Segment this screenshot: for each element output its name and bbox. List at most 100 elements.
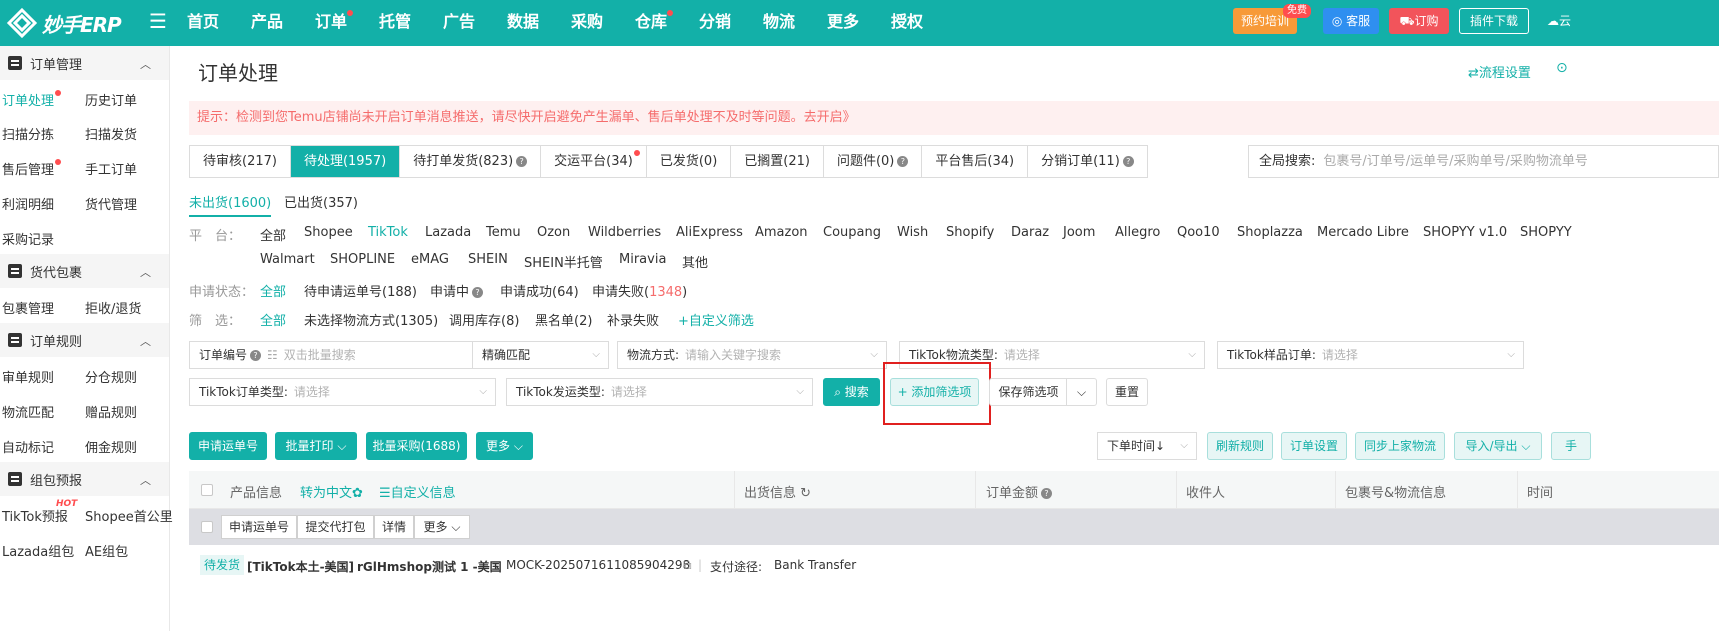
global-search-input[interactable]: 全局搜索: 包裹号/订单号/运单号/采购单号/采购物流单号 xyxy=(1248,145,1719,178)
platform-joom[interactable]: Joom xyxy=(1063,225,1095,240)
tab-pending-review[interactable]: 待审核(217) xyxy=(190,146,291,177)
nav-warehouse[interactable]: 仓库 xyxy=(635,10,674,32)
platform-amazon[interactable]: Amazon xyxy=(755,225,808,240)
platform-mercado-libre[interactable]: Mercado Libre xyxy=(1317,225,1409,240)
temu-alert[interactable]: 提示：检测到您Temu店铺尚未开启订单消息推送，请尽快开启避免产生漏单、售后单处… xyxy=(189,101,1719,135)
nav-orders[interactable]: 订单 xyxy=(315,10,354,32)
sidebar-group-order-management[interactable]: 订单管理 ︿ xyxy=(0,46,169,80)
platform-temu[interactable]: Temu xyxy=(486,225,521,240)
platform-lazada[interactable]: Lazada xyxy=(425,225,471,240)
sidebar-item-reject-return[interactable]: 拒收/退货 xyxy=(85,298,141,317)
nav-logistics[interactable]: 物流 xyxy=(763,12,795,32)
platform-shoplazza[interactable]: Shoplazza xyxy=(1237,225,1303,240)
sidebar-group-pack-forecast[interactable]: 组包预报 ︿ xyxy=(0,462,169,496)
tab-distribution-orders[interactable]: 分销订单(11)? xyxy=(1028,146,1147,177)
apply-all[interactable]: 全部 xyxy=(260,281,286,300)
nav-ads[interactable]: 广告 xyxy=(443,12,475,32)
row-detail-button[interactable]: 详情 xyxy=(374,515,414,539)
apply-in-progress[interactable]: 申请中? xyxy=(430,281,484,300)
sidebar-item-gift-rules[interactable]: 赠品规则 xyxy=(85,402,137,421)
platform-emag[interactable]: eMAG xyxy=(411,252,449,267)
batch-print-button[interactable]: 批量打印 ⌵ xyxy=(275,432,357,460)
sidebar-item-commission-rules[interactable]: 佣金规则 xyxy=(85,437,137,456)
order-settings-button[interactable]: 订单设置 xyxy=(1281,432,1347,460)
nav-distribution[interactable]: 分销 xyxy=(699,12,731,32)
copy-icon[interactable]: ⧉ xyxy=(683,558,692,573)
sidebar-item-forwarder-management[interactable]: 货代管理 xyxy=(85,194,137,213)
help-icon[interactable]: ? xyxy=(897,156,909,167)
platform-shopline[interactable]: SHOPLINE xyxy=(330,252,395,267)
sidebar-item-manual-order[interactable]: 手工订单 xyxy=(85,159,137,178)
select-all-checkbox[interactable] xyxy=(201,484,213,496)
reset-button[interactable]: 重置 xyxy=(1106,378,1148,406)
subscribe-button[interactable]: ⛟订购 xyxy=(1389,8,1449,34)
apply-success[interactable]: 申请成功(64) xyxy=(500,281,579,300)
plugin-download-button[interactable]: 插件下载 xyxy=(1459,8,1529,34)
platform-ozon[interactable]: Ozon xyxy=(537,225,570,240)
platform-wildberries[interactable]: Wildberries xyxy=(588,225,661,240)
import-export-button[interactable]: 导入/导出 ⌵ xyxy=(1454,432,1542,460)
platform-shopyy[interactable]: SHOPYY xyxy=(1520,225,1572,240)
tab-shipped[interactable]: 已发货(0) xyxy=(647,146,732,177)
screen-all[interactable]: 全部 xyxy=(260,310,286,329)
platform-shopify[interactable]: Shopify xyxy=(946,225,994,240)
sidebar-item-review-rules[interactable]: 审单规则 xyxy=(2,367,54,386)
cloud-button[interactable]: ☁云 xyxy=(1539,8,1579,34)
sidebar-item-after-sales[interactable]: 售后管理 xyxy=(2,159,62,178)
refresh-icon[interactable]: ↻ xyxy=(796,486,811,501)
search-button[interactable]: ⌕ 搜索 xyxy=(823,378,880,406)
sidebar-item-logistics-match[interactable]: 物流匹配 xyxy=(2,402,54,421)
sidebar-group-order-rules[interactable]: 订单规则 ︿ xyxy=(0,323,169,357)
platform-all[interactable]: 全部 xyxy=(260,225,286,244)
tab-on-hold[interactable]: 已搁置(21) xyxy=(731,146,824,177)
platform-miravia[interactable]: Miravia xyxy=(619,252,666,267)
sidebar-group-forwarder-package[interactable]: 货代包裹 ︿ xyxy=(0,254,169,288)
nav-home[interactable]: 首页 xyxy=(187,12,219,32)
platform-shopee[interactable]: Shopee xyxy=(304,225,353,240)
platform-daraz[interactable]: Daraz xyxy=(1011,225,1049,240)
tab-problem[interactable]: 问题件(0)? xyxy=(824,146,923,177)
tiktok-order-type-select[interactable]: TikTok订单类型: 请选择 ⌵ xyxy=(189,378,496,406)
translate-to-chinese-link[interactable]: 转为中文✿ xyxy=(300,482,363,501)
tiktok-ship-type-select[interactable]: TikTok发运类型: 请选择 ⌵ xyxy=(506,378,813,406)
nav-hosting[interactable]: 托管 xyxy=(379,12,411,32)
brand-logo[interactable]: 妙手ERP xyxy=(6,5,122,41)
subtab-shipped[interactable]: 已出货(357) xyxy=(284,192,358,215)
batch-purchase-button[interactable]: 批量采购(1688) xyxy=(366,432,467,460)
screen-no-logistics[interactable]: 未选择物流方式(1305) xyxy=(304,310,438,329)
sidebar-item-profit-detail[interactable]: 利润明细 xyxy=(2,194,54,213)
tiktok-sample-order-select[interactable]: TikTok样品订单: 请选择 ⌵ xyxy=(1217,341,1524,369)
nav-authorize[interactable]: 授权 xyxy=(891,12,923,32)
sidebar-item-purchase-records[interactable]: 采购记录 xyxy=(2,229,54,248)
sidebar-item-auto-tag[interactable]: 自动标记 xyxy=(2,437,54,456)
screen-blacklist[interactable]: 黑名单(2) xyxy=(535,310,592,329)
help-icon[interactable]: ? xyxy=(250,350,262,361)
more-actions-button[interactable]: 更多 ⌵ xyxy=(476,432,533,460)
sidebar-item-order-processing[interactable]: 订单处理 xyxy=(2,90,62,109)
help-icon[interactable]: ? xyxy=(472,287,484,298)
order-number-input[interactable]: 订单编号? ☷ 双击批量搜索 xyxy=(189,341,473,369)
save-filter-dropdown[interactable]: ⌵ xyxy=(1066,378,1097,406)
tab-pending-print[interactable]: 待打单发货(823)? xyxy=(400,146,542,177)
row-apply-waybill-button[interactable]: 申请运单号 xyxy=(221,515,297,539)
platform-wish[interactable]: Wish xyxy=(897,225,928,240)
sidebar-item-scan-sort[interactable]: 扫描分拣 xyxy=(2,124,54,143)
platform-other[interactable]: 其他 xyxy=(682,252,708,271)
screen-supplement-failed[interactable]: 补录失败 xyxy=(607,310,659,329)
save-filter-button[interactable]: 保存筛选项 xyxy=(989,378,1067,406)
sync-logistics-button[interactable]: 同步上家物流 xyxy=(1355,432,1445,460)
tab-platform-after-sales[interactable]: 平台售后(34) xyxy=(922,146,1029,177)
platform-allegro[interactable]: Allegro xyxy=(1115,225,1160,240)
help-icon[interactable]: ? xyxy=(1122,156,1134,167)
platform-walmart[interactable]: Walmart xyxy=(260,252,315,267)
help-icon[interactable]: ? xyxy=(516,156,528,167)
logistics-method-select[interactable]: 物流方式: 请输入关键字搜索 ⌵ xyxy=(617,341,887,369)
nav-products[interactable]: 产品 xyxy=(251,12,283,32)
sort-select[interactable]: 下单时间↓ ⌵ xyxy=(1097,432,1197,460)
help-icon[interactable]: ? xyxy=(1041,488,1053,499)
screen-use-stock[interactable]: 调用库存(8) xyxy=(449,310,519,329)
tab-handed-to-platform[interactable]: 交运平台(34) xyxy=(541,146,647,177)
platform-qoo10[interactable]: Qoo10 xyxy=(1177,225,1220,240)
sidebar-item-scan-ship[interactable]: 扫描发货 xyxy=(85,124,137,143)
extra-button[interactable]: 手 xyxy=(1551,432,1591,460)
